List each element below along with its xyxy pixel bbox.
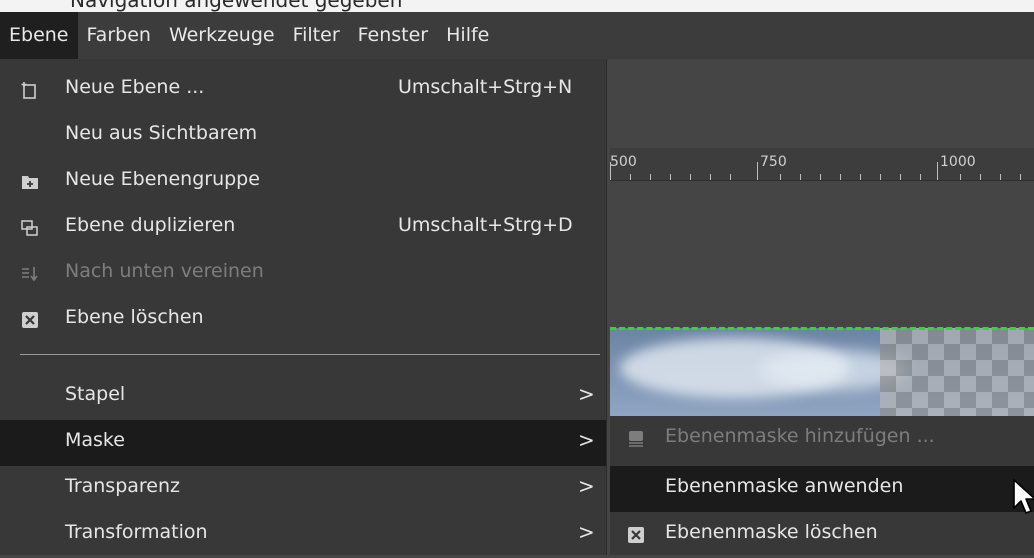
shortcut-label: Umschalt+Strg+D bbox=[398, 214, 573, 236]
menu-item-label: Neu aus Sichtbarem bbox=[65, 122, 258, 144]
ruler-tick bbox=[920, 174, 921, 180]
menubar-farben[interactable]: Farben bbox=[78, 12, 160, 59]
menu-separator bbox=[20, 354, 600, 355]
layer-menu: Neue Ebene ... Umschalt+Strg+N Neu aus S… bbox=[0, 59, 607, 555]
selection-marching-ants bbox=[610, 327, 1034, 330]
menu-item-label: Ebenenmaske anwenden bbox=[665, 475, 904, 497]
mouse-cursor-icon bbox=[1013, 479, 1034, 514]
mask-submenu: Ebenenmaske hinzufügen ... Ebenenmaske a… bbox=[610, 416, 1034, 555]
menubar-fenster[interactable]: Fenster bbox=[349, 12, 437, 59]
ruler-tick bbox=[757, 162, 758, 180]
ruler-tick bbox=[650, 174, 651, 180]
ruler-label-500: 500 bbox=[610, 154, 637, 170]
ruler-tick bbox=[1020, 174, 1021, 180]
merge-down-icon bbox=[20, 264, 40, 284]
ruler-tick bbox=[900, 174, 901, 180]
menu-item-label: Neue Ebene ... bbox=[65, 76, 205, 98]
menu-item-label: Transformation bbox=[65, 521, 208, 543]
menubar-ebene[interactable]: Ebene bbox=[0, 12, 78, 59]
chevron-right-icon: > bbox=[578, 520, 595, 544]
new-layer-icon bbox=[20, 80, 40, 100]
ruler-tick bbox=[670, 174, 671, 180]
ruler-label-750: 750 bbox=[760, 154, 787, 170]
ruler-tick bbox=[980, 174, 981, 180]
menu-item-new-layer[interactable]: Neue Ebene ... Umschalt+Strg+N bbox=[0, 67, 606, 113]
ruler-tick bbox=[780, 174, 781, 180]
chevron-right-icon: > bbox=[578, 382, 595, 406]
menu-item-label: Transparenz bbox=[65, 475, 181, 497]
ruler-tick bbox=[820, 174, 821, 180]
ruler-tick bbox=[840, 174, 841, 180]
menu-item-label: Nach unten vereinen bbox=[65, 260, 264, 282]
submenu-item-apply-mask[interactable]: Ebenenmaske anwenden bbox=[610, 466, 1034, 512]
delete-icon bbox=[20, 310, 40, 330]
ruler-tick bbox=[800, 174, 801, 180]
menubar-werkzeuge[interactable]: Werkzeuge bbox=[160, 12, 284, 59]
menu-item-duplicate-layer[interactable]: Ebene duplizieren Umschalt+Strg+D bbox=[0, 205, 606, 251]
ruler-tick bbox=[630, 174, 631, 180]
ruler-tick bbox=[730, 174, 731, 180]
layer-group-icon bbox=[20, 172, 40, 192]
top-strip: Navigation angewendet gegeben bbox=[0, 0, 1034, 12]
transparency-checkerboard bbox=[880, 328, 1034, 418]
menu-item-new-layer-group[interactable]: Neue Ebenengruppe bbox=[0, 159, 606, 205]
ruler-tick bbox=[1000, 174, 1001, 180]
menu-item-label: Ebene duplizieren bbox=[65, 214, 236, 236]
menu-item-label: Ebene löschen bbox=[65, 306, 204, 328]
add-mask-icon bbox=[626, 429, 646, 449]
top-strip-text: Navigation angewendet gegeben bbox=[70, 0, 403, 12]
chevron-right-icon: > bbox=[578, 428, 595, 452]
menu-item-label: Stapel bbox=[65, 383, 126, 405]
ruler-tick bbox=[710, 174, 711, 180]
ruler-tick bbox=[860, 174, 861, 180]
menu-item-transparency[interactable]: Transparenz > bbox=[0, 466, 606, 512]
duplicate-icon bbox=[20, 218, 40, 238]
menu-item-mask[interactable]: Maske > bbox=[0, 420, 606, 466]
horizontal-ruler[interactable]: 500 750 1000 bbox=[610, 148, 1034, 181]
menu-item-delete-layer[interactable]: Ebene löschen bbox=[0, 297, 606, 343]
shortcut-label: Umschalt+Strg+N bbox=[398, 76, 573, 98]
ruler-tick bbox=[960, 174, 961, 180]
ruler-tick bbox=[880, 174, 881, 180]
menu-item-transform[interactable]: Transformation > bbox=[0, 512, 606, 558]
delete-icon bbox=[626, 525, 646, 545]
ruler-label-1000: 1000 bbox=[940, 154, 976, 170]
menubar-filter[interactable]: Filter bbox=[284, 12, 349, 59]
menu-item-label: Neue Ebenengruppe bbox=[65, 168, 260, 190]
submenu-item-add-mask[interactable]: Ebenenmaske hinzufügen ... bbox=[610, 416, 1034, 462]
ruler-tick bbox=[610, 162, 611, 180]
menu-item-label: Ebenenmaske löschen bbox=[665, 521, 878, 543]
menu-item-label: Ebenenmaske hinzufügen ... bbox=[665, 425, 935, 447]
ruler-tick bbox=[937, 162, 938, 180]
ruler-tick bbox=[690, 174, 691, 180]
menubar-hilfe[interactable]: Hilfe bbox=[437, 12, 498, 59]
menu-item-new-from-visible[interactable]: Neu aus Sichtbarem bbox=[0, 113, 606, 159]
submenu-item-delete-mask[interactable]: Ebenenmaske löschen bbox=[610, 512, 1034, 558]
menu-item-merge-down[interactable]: Nach unten vereinen bbox=[0, 251, 606, 297]
chevron-right-icon: > bbox=[578, 474, 595, 498]
menu-item-stack[interactable]: Stapel > bbox=[0, 374, 606, 420]
menu-item-label: Maske bbox=[65, 429, 125, 451]
menubar: Ebene Farben Werkzeuge Filter Fenster Hi… bbox=[0, 12, 1034, 59]
